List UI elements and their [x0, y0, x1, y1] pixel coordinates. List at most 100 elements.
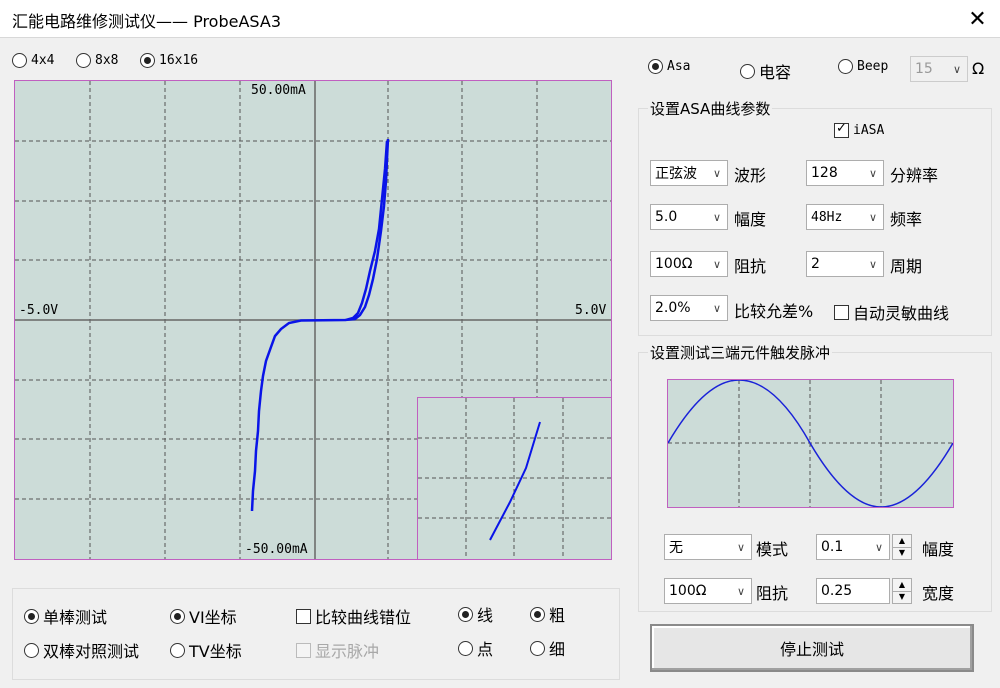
beep-threshold-value: 15	[915, 61, 933, 77]
vi-axis-radio[interactable]	[170, 608, 185, 624]
show-pulse-option[interactable]: 显示脉冲	[296, 638, 379, 662]
pulse-imp-select[interactable]: 100Ω ∨	[664, 578, 752, 604]
mode-capacitance-label: 电容	[759, 63, 792, 82]
tv-axis-radio[interactable]	[170, 642, 185, 658]
frequency-value: 48Hz	[811, 209, 843, 225]
mode-asa-label: Asa	[667, 59, 691, 74]
chevron-down-icon: ∨	[868, 257, 878, 271]
title-bar: 汇能电路维修测试仪—— ProbeASA3 ✕	[0, 0, 1000, 38]
impedance-value: 100Ω	[655, 256, 693, 272]
vi-axis-option[interactable]: VI坐标	[170, 604, 237, 628]
iasa-checkbox[interactable]	[834, 121, 849, 138]
pulse-amp-select[interactable]: 0.1 ∨	[816, 534, 890, 560]
impedance-label: 阻抗	[734, 257, 767, 276]
thin-line-option[interactable]: 细	[530, 636, 565, 660]
dual-probe-radio[interactable]	[24, 642, 39, 658]
grid-4x4-option[interactable]: 4x4	[12, 53, 54, 68]
amplitude-select[interactable]: 5.0 ∨	[650, 204, 728, 230]
resolution-label: 分辨率	[890, 166, 939, 185]
close-icon[interactable]: ✕	[955, 0, 1000, 38]
waveform-value: 正弦波	[655, 166, 697, 182]
grid-16x16-option[interactable]: 16x16	[140, 53, 198, 68]
pulse-imp-value: 100Ω	[669, 583, 707, 599]
chevron-down-icon: ∨	[712, 301, 722, 315]
compare-offset-label: 比较曲线错位	[315, 608, 412, 627]
thick-line-radio[interactable]	[530, 606, 545, 622]
tv-axis-label: TV坐标	[189, 642, 242, 661]
thick-line-label: 粗	[549, 606, 566, 625]
show-pulse-label: 显示脉冲	[315, 642, 380, 661]
spin-down-icon[interactable]: ▼	[893, 590, 911, 604]
mode-capacitance-radio[interactable]	[740, 63, 755, 79]
chevron-down-icon: ∨	[736, 584, 746, 598]
spin-down-icon[interactable]: ▼	[893, 546, 911, 560]
thin-line-radio[interactable]	[530, 640, 545, 656]
chevron-down-icon: ∨	[712, 257, 722, 271]
waveform-label: 波形	[734, 166, 767, 185]
chevron-down-icon: ∨	[712, 166, 722, 180]
auto-sens-checkbox[interactable]	[834, 304, 849, 320]
grid-8x8-option[interactable]: 8x8	[76, 53, 118, 68]
mode-beep-option[interactable]: Beep	[838, 59, 888, 74]
waveform-select[interactable]: 正弦波 ∨	[650, 160, 728, 186]
single-probe-radio[interactable]	[24, 608, 39, 624]
spin-up-icon[interactable]: ▲	[893, 535, 911, 547]
mode-asa-radio[interactable]	[648, 59, 663, 74]
chevron-down-icon: ∨	[736, 540, 746, 554]
amplitude-label: 幅度	[734, 210, 767, 229]
single-probe-option[interactable]: 单棒测试	[24, 604, 107, 628]
line-style-option[interactable]: 线	[458, 602, 493, 626]
compare-offset-option[interactable]: 比较曲线错位	[296, 604, 411, 628]
mode-beep-radio[interactable]	[838, 59, 853, 74]
y-max-label: 50.00mA	[251, 83, 306, 98]
pulse-amp-value: 0.1	[821, 539, 844, 555]
auto-sens-option[interactable]: 自动灵敏曲线	[834, 300, 949, 324]
tv-axis-option[interactable]: TV坐标	[170, 638, 242, 662]
resolution-value: 128	[811, 165, 838, 181]
frequency-select[interactable]: 48Hz ∨	[806, 204, 884, 230]
vi-axis-label: VI坐标	[189, 608, 237, 627]
resolution-select[interactable]: 128 ∨	[806, 160, 884, 186]
frequency-label: 频率	[890, 210, 923, 229]
pulse-mode-label: 模式	[756, 540, 789, 559]
inset-plot	[417, 397, 612, 560]
pulse-mode-select[interactable]: 无 ∨	[664, 534, 752, 560]
compare-offset-checkbox[interactable]	[296, 608, 311, 624]
beep-unit: Ω	[972, 59, 985, 78]
mode-capacitance-option[interactable]: 电容	[740, 59, 791, 83]
chevron-down-icon: ∨	[952, 62, 962, 76]
single-probe-label: 单棒测试	[43, 608, 108, 627]
spin-up-icon[interactable]: ▲	[893, 579, 911, 591]
stop-test-button[interactable]: 停止测试	[650, 624, 974, 672]
pulse-amp-spinner[interactable]: ▲ ▼	[892, 534, 912, 560]
dot-style-radio[interactable]	[458, 640, 473, 656]
period-select[interactable]: 2 ∨	[806, 251, 884, 277]
x-min-label: -5.0V	[19, 303, 59, 318]
asa-params-title: 设置ASA曲线参数	[648, 98, 773, 119]
grid-4x4-radio[interactable]	[12, 53, 27, 68]
dot-style-option[interactable]: 点	[458, 636, 493, 660]
thick-line-option[interactable]: 粗	[530, 602, 565, 626]
mode-asa-option[interactable]: Asa	[648, 59, 690, 74]
pulse-width-spinner[interactable]: ▲ ▼	[892, 578, 912, 604]
tolerance-label: 比较允差%	[734, 302, 814, 321]
grid-4x4-label: 4x4	[31, 53, 55, 68]
y-min-label: -50.00mA	[245, 542, 308, 557]
grid-16x16-radio[interactable]	[140, 53, 155, 68]
pulse-amp-label: 幅度	[922, 540, 955, 559]
dual-probe-option[interactable]: 双棒对照测试	[24, 638, 139, 662]
mode-beep-label: Beep	[857, 59, 889, 74]
line-style-radio[interactable]	[458, 606, 473, 622]
tolerance-select[interactable]: 2.0% ∨	[650, 295, 728, 321]
inset-plot-canvas	[418, 398, 611, 559]
chevron-down-icon: ∨	[874, 540, 884, 554]
pulse-preview-plot	[667, 379, 954, 508]
impedance-select[interactable]: 100Ω ∨	[650, 251, 728, 277]
chevron-down-icon: ∨	[712, 210, 722, 224]
grid-8x8-radio[interactable]	[76, 53, 91, 68]
pulse-width-input[interactable]: 0.25	[816, 578, 890, 604]
show-pulse-checkbox[interactable]	[296, 642, 311, 658]
beep-threshold-select[interactable]: 15 ∨	[910, 56, 968, 82]
chevron-down-icon: ∨	[868, 166, 878, 180]
iasa-option[interactable]: iASA	[834, 121, 884, 138]
